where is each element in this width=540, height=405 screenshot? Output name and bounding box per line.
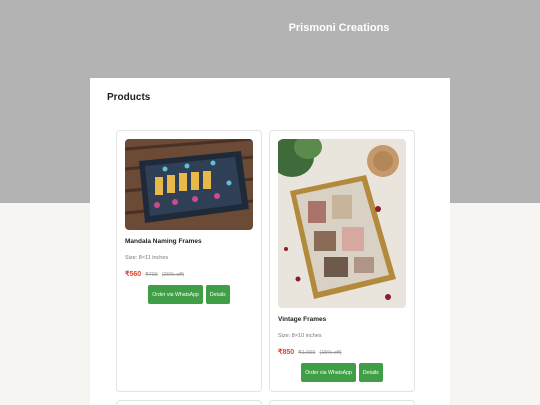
site-brand[interactable]: Prismoni Creations (0, 22, 540, 34)
details-button[interactable]: Details (205, 285, 230, 304)
card-actions: Order via WhatsApp Details (117, 285, 261, 304)
original-price: ₹700 (145, 272, 158, 278)
product-size: Size: 8×10 inches (278, 333, 322, 339)
price-row: ₹560 ₹700 (20% off) (125, 270, 184, 278)
order-whatsapp-button[interactable]: Order via WhatsApp (301, 363, 356, 382)
discount-label: (15% off) (319, 350, 342, 356)
product-size: Size: 8×11 inches (125, 255, 169, 261)
product-card-partial (116, 400, 262, 405)
card-actions: Order via WhatsApp Details (270, 363, 414, 382)
product-card: Mandala Naming Frames Size: 8×11 inches … (116, 130, 262, 392)
current-price: ₹560 (125, 271, 142, 278)
product-image[interactable] (125, 139, 253, 230)
details-button[interactable]: Details (358, 363, 383, 382)
product-card-partial (269, 400, 415, 405)
product-image[interactable] (278, 139, 406, 308)
section-title: Products (107, 92, 151, 103)
product-name: Vintage Frames (278, 316, 327, 323)
original-price: ₹1,000 (298, 350, 316, 356)
products-panel: Products Mandala Naming Frames Size: 8×1… (90, 78, 450, 405)
price-row: ₹850 ₹1,000 (15% off) (278, 348, 342, 356)
order-whatsapp-button[interactable]: Order via WhatsApp (148, 285, 203, 304)
product-card: Vintage Frames Size: 8×10 inches ₹850 ₹1… (269, 130, 415, 392)
product-name: Mandala Naming Frames (125, 238, 202, 245)
discount-label: (20% off) (161, 272, 185, 278)
current-price: ₹850 (278, 349, 295, 356)
